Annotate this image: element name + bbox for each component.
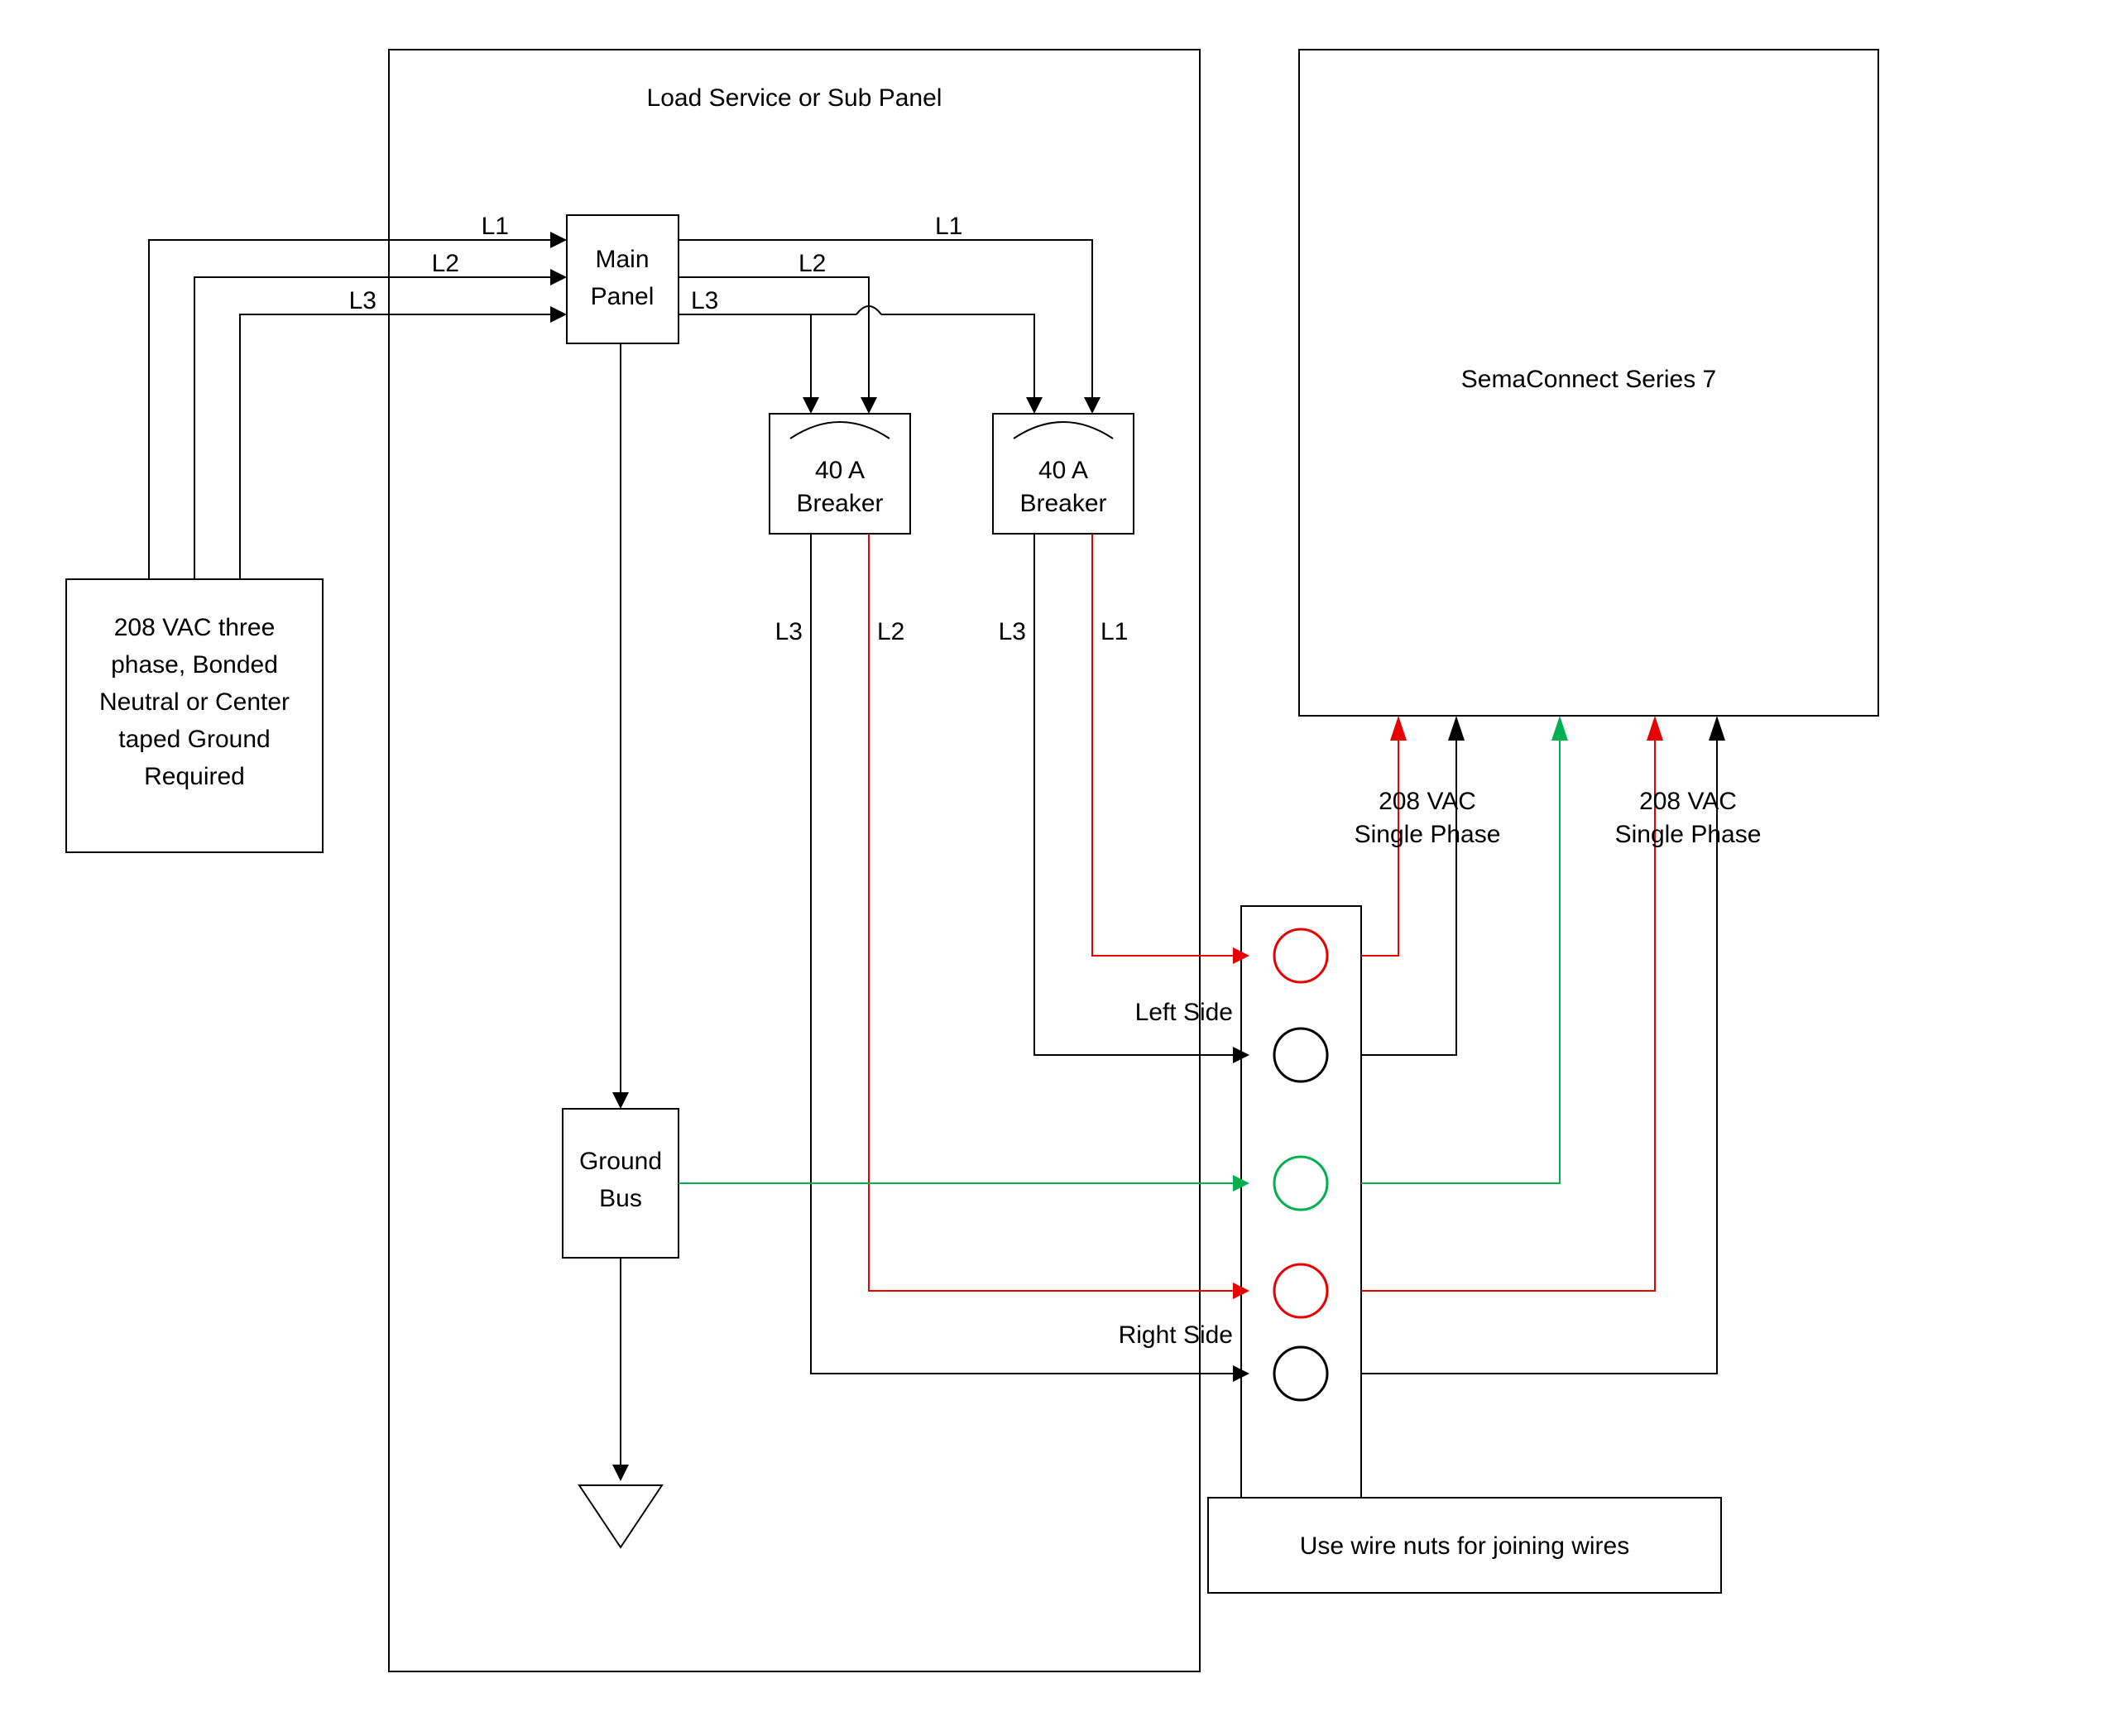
label-L2-mp: L2: [798, 250, 826, 277]
main-panel-text-1: Main: [595, 246, 649, 273]
wiring-diagram: 208 VAC three phase, Bonded Neutral or C…: [0, 0, 2110, 1736]
label-L1-in: L1: [482, 213, 509, 240]
vac-left-2: Single Phase: [1355, 821, 1501, 848]
supply-text-1: 208 VAC three: [114, 614, 276, 641]
label-L2-in: L2: [432, 250, 459, 277]
wire-nuts-text: Use wire nuts for joining wires: [1300, 1532, 1629, 1560]
ground-bus-box: [563, 1109, 679, 1258]
sema-title: SemaConnect Series 7: [1461, 366, 1717, 393]
label-L1-mp: L1: [935, 213, 962, 240]
label-bl-L2: L2: [877, 618, 904, 645]
breaker-left-text-1: 40 A: [815, 457, 865, 484]
main-panel-text-2: Panel: [591, 283, 655, 310]
vac-left-1: 208 VAC: [1379, 788, 1476, 815]
ground-bus-text-2: Bus: [599, 1185, 642, 1212]
supply-text-4: taped Ground: [118, 726, 270, 753]
vac-right-2: Single Phase: [1615, 821, 1762, 848]
label-L3-mp: L3: [691, 287, 718, 314]
label-bl-L3: L3: [775, 618, 803, 645]
label-L3-in: L3: [349, 287, 376, 314]
ground-bus-text-1: Ground: [579, 1148, 662, 1175]
right-side-label: Right Side: [1119, 1321, 1233, 1349]
vac-right-1: 208 VAC: [1639, 788, 1737, 815]
supply-text-2: phase, Bonded: [111, 651, 278, 679]
label-br-L1: L1: [1101, 618, 1128, 645]
label-br-L3: L3: [999, 618, 1026, 645]
supply-text-3: Neutral or Center: [99, 688, 290, 716]
left-side-label: Left Side: [1135, 999, 1233, 1026]
wire-nut1-sema: [1361, 741, 1398, 956]
sub-panel-title: Load Service or Sub Panel: [647, 84, 942, 112]
junction-box: [1241, 906, 1361, 1498]
breaker-right-text-1: 40 A: [1038, 457, 1088, 484]
sub-panel-box: [389, 50, 1200, 1671]
supply-text-5: Required: [144, 763, 245, 790]
breaker-right-text-2: Breaker: [1019, 490, 1106, 517]
breaker-left-text-2: Breaker: [796, 490, 883, 517]
main-panel-box: [567, 215, 679, 343]
